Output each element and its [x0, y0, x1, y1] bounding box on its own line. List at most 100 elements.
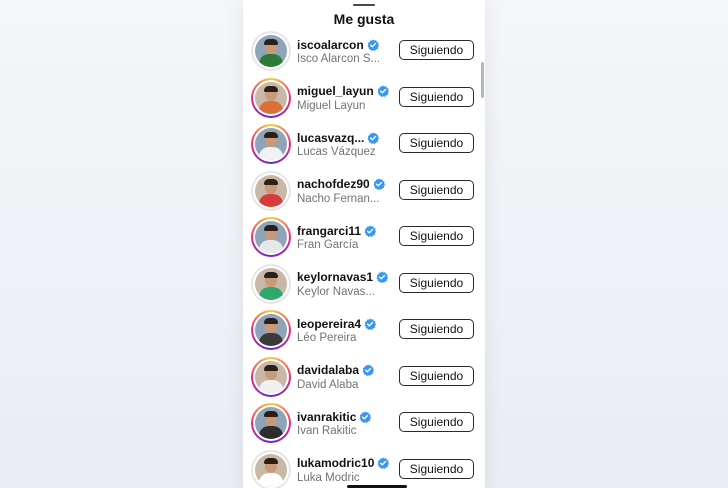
username-line: keylornavas1 [297, 269, 393, 285]
following-button[interactable]: Siguiendo [399, 40, 474, 60]
full-name: David Alaba [297, 378, 359, 391]
avatar-body [259, 147, 283, 160]
avatar-body [259, 54, 283, 67]
username-line: ivanrakitic [297, 408, 393, 424]
username-line: lukamodric10 [297, 455, 393, 471]
avatar-frame [253, 33, 289, 69]
following-button[interactable]: Siguiendo [399, 272, 474, 293]
avatar-frame [253, 312, 289, 348]
avatar [255, 360, 287, 393]
list-item[interactable]: lucasvazq... Lucas Vázquez Siguiendo [243, 121, 485, 168]
full-name: Luka Modric [297, 471, 360, 484]
full-name: Keylor Navas... [297, 285, 375, 298]
avatar-hair [264, 225, 278, 231]
list-item[interactable]: miguel_layun Miguel Layun Siguiendo [243, 75, 485, 122]
verified-badge-icon [377, 457, 390, 470]
avatar [255, 221, 287, 253]
avatar-frame [253, 358, 289, 395]
avatar-body [259, 100, 283, 114]
likes-sheet: Me gusta iscoalarcon Isco Alarcon S... Sig… [243, 0, 485, 488]
username[interactable]: lukamodric10 [297, 456, 374, 470]
avatar [255, 267, 287, 300]
avatar-frame [253, 79, 289, 116]
avatar-hair [264, 132, 278, 138]
avatar-frame[interactable] [251, 170, 291, 211]
username[interactable]: leopereira4 [297, 317, 361, 331]
avatar-frame [253, 265, 289, 302]
avatar [255, 314, 287, 346]
avatar [255, 128, 287, 160]
avatar-body [259, 193, 283, 207]
verified-badge-icon [367, 132, 380, 144]
username[interactable]: keylornavas1 [297, 270, 373, 284]
verified-badge-icon [373, 178, 385, 191]
avatar-frame [253, 451, 289, 488]
sheet-grabber[interactable] [353, 4, 375, 6]
likes-list: iscoalarcon Isco Alarcon S... Siguiendo mig… [243, 28, 485, 488]
username[interactable]: ivanrakitic [297, 410, 356, 424]
story-ring[interactable] [251, 356, 291, 397]
avatar-frame[interactable] [251, 449, 291, 488]
story-ring[interactable] [251, 217, 291, 257]
story-ring[interactable] [251, 403, 291, 443]
list-item[interactable]: iscoalarcon Isco Alarcon S... Siguiendo [243, 28, 485, 75]
avatar-frame[interactable] [251, 31, 291, 71]
username-line: davidalaba [297, 362, 393, 378]
list-item[interactable]: frangarci11 Fran García Siguiendo [243, 214, 485, 261]
verified-badge-icon [377, 85, 389, 98]
list-item[interactable]: leopereira4 Léo Pereira Siguiendo [243, 307, 485, 354]
username[interactable]: davidalaba [297, 363, 359, 377]
verified-badge-icon [364, 225, 377, 237]
avatar-frame[interactable] [251, 263, 291, 304]
story-ring[interactable] [251, 124, 291, 164]
avatar-hair [264, 271, 278, 278]
following-button[interactable]: Siguiendo [399, 319, 474, 339]
avatar-hair [264, 318, 278, 324]
following-button[interactable]: Siguiendo [399, 179, 474, 200]
list-item[interactable]: davidalaba David Alaba Siguiendo [243, 354, 485, 401]
sheet-title: Me gusta [333, 11, 395, 27]
avatar-body [259, 472, 283, 486]
following-button[interactable]: Siguiendo [399, 226, 474, 246]
username[interactable]: iscoalarcon [297, 38, 364, 52]
avatar [255, 174, 287, 207]
avatar-body [259, 333, 283, 346]
full-name: Ivan Rakitic [297, 425, 357, 437]
full-name: Nacho Fernan... [297, 192, 380, 205]
username[interactable]: nachofdez90 [297, 177, 370, 191]
avatar [255, 453, 287, 486]
story-ring[interactable] [251, 310, 291, 350]
list-item[interactable]: keylornavas1 Keylor Navas... Siguiendo [243, 261, 485, 308]
following-button[interactable]: Siguiendo [399, 365, 474, 386]
list-item[interactable]: lukamodric10 Luka Modric Siguiendo [243, 447, 485, 488]
full-name: Miguel Layun [297, 99, 366, 112]
avatar [255, 407, 287, 439]
verified-badge-icon [367, 39, 379, 51]
username[interactable]: miguel_layun [297, 84, 374, 98]
story-ring[interactable] [251, 77, 291, 118]
username-line: miguel_layun [297, 83, 393, 99]
avatar-hair [264, 85, 278, 92]
username[interactable]: frangarci11 [297, 224, 361, 238]
username[interactable]: lucasvazq... [297, 131, 364, 145]
following-button[interactable]: Siguiendo [399, 458, 474, 479]
avatar-hair [264, 364, 278, 371]
avatar-hair [264, 39, 278, 45]
verified-badge-icon [376, 271, 389, 284]
full-name: Lucas Vázquez [297, 146, 376, 158]
avatar-body [259, 286, 283, 300]
list-item[interactable]: nachofdez90 Nacho Fernan... Siguiendo [243, 168, 485, 215]
avatar-hair [264, 457, 278, 464]
avatar-body [259, 379, 283, 393]
following-button[interactable]: Siguiendo [399, 133, 474, 153]
verified-badge-icon [359, 411, 372, 423]
following-button[interactable]: Siguiendo [399, 412, 474, 432]
username-line: iscoalarcon [297, 36, 393, 52]
avatar-body [259, 426, 283, 439]
username-line: frangarci11 [297, 222, 393, 238]
list-item[interactable]: ivanrakitic Ivan Rakitic Siguiendo [243, 400, 485, 447]
avatar-frame [253, 126, 289, 162]
avatar-body [259, 240, 283, 253]
username-line: lucasvazq... [297, 129, 393, 145]
following-button[interactable]: Siguiendo [399, 86, 474, 107]
